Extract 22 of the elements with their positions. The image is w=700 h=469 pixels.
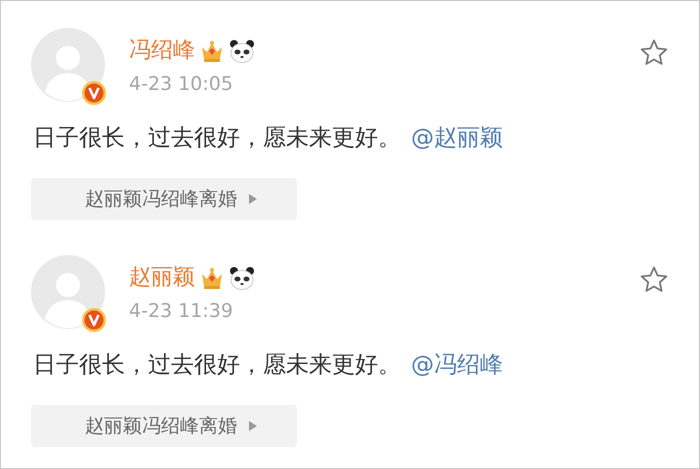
avatar[interactable] (31, 255, 105, 329)
mention-link[interactable]: @冯绍峰 (411, 352, 503, 378)
mention-link[interactable]: @赵丽颖 (411, 125, 503, 151)
panda-icon (229, 265, 255, 291)
caret-icon (249, 421, 257, 431)
post-time: 4-23 11:39 (129, 299, 234, 323)
caret-icon (249, 194, 257, 204)
favorite-button[interactable] (639, 38, 669, 68)
topic-tag[interactable]: 赵丽颖冯绍峰离婚 (31, 405, 297, 447)
topic-tag[interactable]: 赵丽颖冯绍峰离婚 (31, 178, 297, 220)
post-text: 日子很长，过去很好，愿未来更好。 @赵丽颖 (33, 124, 504, 153)
favorite-button[interactable] (639, 265, 669, 295)
verified-badge-icon (81, 80, 107, 106)
post-time: 4-23 10:05 (129, 72, 234, 96)
crown-icon (199, 38, 225, 64)
panda-icon (229, 38, 255, 64)
avatar[interactable] (31, 28, 105, 102)
crown-icon (199, 265, 225, 291)
post-text: 日子很长，过去很好，愿未来更好。 @冯绍峰 (33, 351, 504, 380)
user-name[interactable]: 冯绍峰 (129, 36, 195, 66)
user-name[interactable]: 赵丽颖 (129, 263, 195, 293)
verified-badge-icon (81, 307, 107, 333)
